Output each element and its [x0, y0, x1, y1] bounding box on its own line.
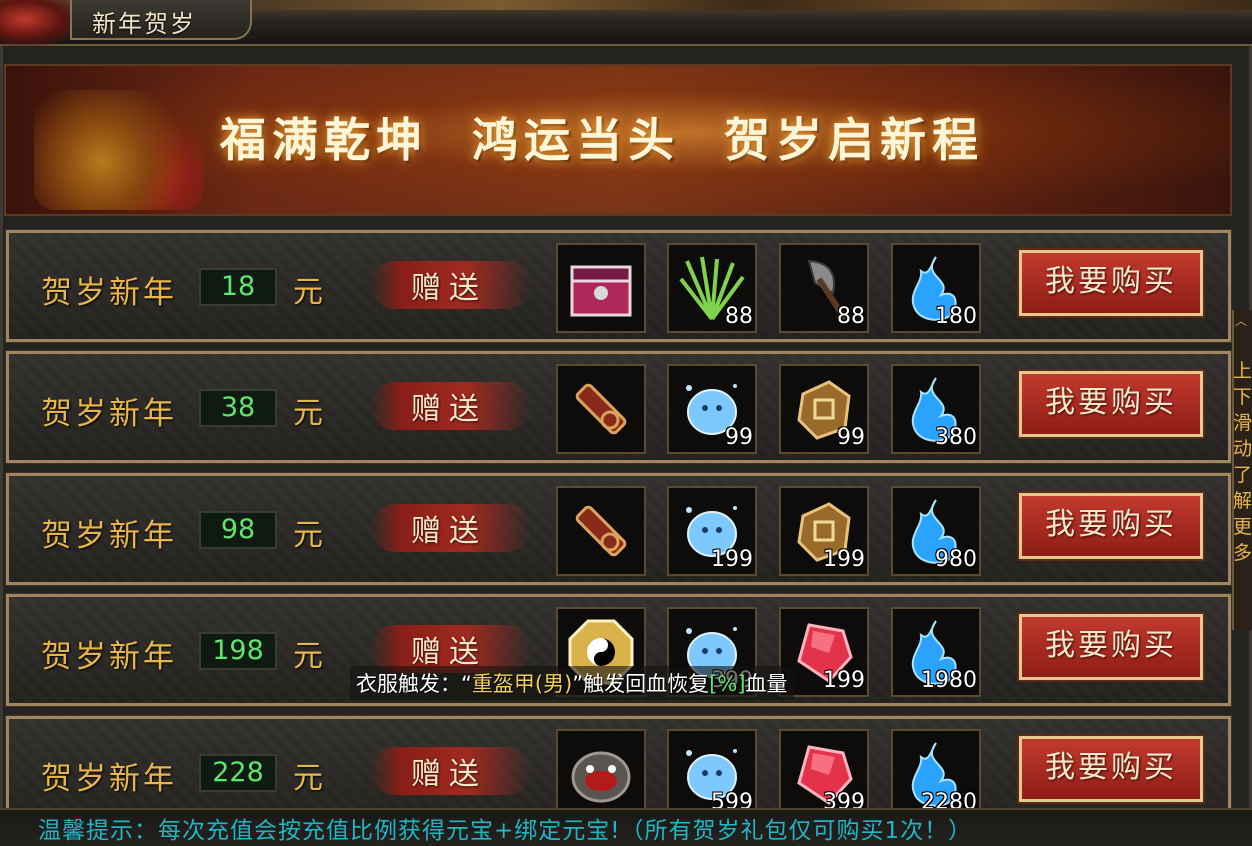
item-count: 199 [823, 668, 865, 693]
reward-item-slot[interactable] [556, 364, 646, 454]
reward-item-slot[interactable] [556, 243, 646, 333]
reward-item-slot[interactable]: 88 [779, 243, 869, 333]
package-price: 198 [199, 632, 277, 670]
reward-item-slot[interactable]: 99 [667, 364, 757, 454]
window-title: 新年贺岁 [92, 10, 196, 38]
package-price: 98 [199, 511, 277, 549]
reward-item-slot[interactable]: 1980 [891, 607, 981, 697]
tooltip-middle: ”触发回血恢复 [572, 672, 710, 696]
gift-label: 赠送 [411, 757, 487, 792]
price-unit: 元 [293, 396, 323, 431]
package-price: 18 [199, 268, 277, 306]
price-unit: 元 [293, 761, 323, 796]
package-label: 贺岁新年 [41, 639, 177, 675]
title-bar-ornament-strip [250, 0, 1252, 10]
package-label: 贺岁新年 [41, 396, 177, 432]
reward-item-slot[interactable]: 99 [779, 364, 869, 454]
package-label: 贺岁新年 [41, 761, 177, 797]
item-count: 199 [711, 547, 753, 572]
scroll-up-icon[interactable]: ︿ [1235, 312, 1247, 329]
price-unit: 元 [293, 639, 323, 674]
item-count: 980 [935, 547, 977, 572]
reward-item-slot[interactable] [556, 729, 646, 819]
item-count: 180 [935, 304, 977, 329]
tooltip-percent: [%] [709, 672, 746, 696]
price-unit: 元 [293, 518, 323, 553]
reward-item-slot[interactable]: 399 [779, 729, 869, 819]
reward-item-slot[interactable]: 380 [891, 364, 981, 454]
tooltip-suffix: 血量 [745, 672, 788, 696]
banner-slogan: 福满乾坤 鸿运当头 贺岁启新程 [220, 113, 985, 167]
gift-label: 赠送 [411, 635, 487, 670]
title-bar: 新年贺岁 [0, 0, 1252, 48]
item-tooltip: 衣服触发：“重盔甲(男)”触发回血恢复[%]血量 [350, 666, 794, 700]
buy-button[interactable]: 我要购买 [1017, 248, 1205, 318]
reward-item-slot[interactable]: 180 [891, 243, 981, 333]
item-count: 199 [823, 547, 865, 572]
item-count: 380 [935, 425, 977, 450]
gift-label: 赠送 [411, 271, 487, 306]
package-row: 贺岁新年 38 元 赠送 99 99 380 我要购买 [5, 350, 1232, 464]
package-price: 38 [199, 389, 277, 427]
package-row: 贺岁新年 98 元 赠送 199 199 980 我要购买 [5, 472, 1232, 586]
treasure-chest-icon [34, 90, 204, 210]
gift-label: 赠送 [411, 514, 487, 549]
reward-item-slot[interactable]: 199 [779, 486, 869, 576]
reward-item-slot[interactable]: 599 [667, 729, 757, 819]
package-label: 贺岁新年 [41, 518, 177, 554]
buy-button[interactable]: 我要购买 [1017, 491, 1205, 561]
reward-item-slot[interactable]: 980 [891, 486, 981, 576]
tooltip-prefix: 衣服触发：“ [356, 672, 472, 696]
package-label: 贺岁新年 [41, 275, 177, 311]
item-count: 1980 [921, 668, 977, 693]
reward-item-slot[interactable]: 88 [667, 243, 757, 333]
gift-label: 赠送 [411, 392, 487, 427]
buy-button[interactable]: 我要购买 [1017, 369, 1205, 439]
footer-tip: 温馨提示：每次充值会按充值比例获得元宝+绑定元宝!（所有贺岁礼包仅可购买1次！） [38, 818, 973, 844]
price-unit: 元 [293, 275, 323, 310]
tooltip-item-name: 重盔甲(男) [471, 672, 573, 696]
reward-item-slot[interactable]: 2280 [891, 729, 981, 819]
buy-button[interactable]: 我要购买 [1017, 734, 1205, 804]
package-price: 228 [199, 754, 277, 792]
reward-item-slot[interactable]: 199 [667, 486, 757, 576]
reward-item-slot[interactable] [556, 486, 646, 576]
scroll-hint-text: 上下滑动了解更多 [1233, 360, 1252, 564]
item-count: 99 [837, 425, 865, 450]
package-row: 贺岁新年 18 元 赠送 88 88 180 我要购买 [5, 229, 1232, 343]
buy-button[interactable]: 我要购买 [1017, 612, 1205, 682]
item-count: 88 [725, 304, 753, 329]
item-count: 88 [837, 304, 865, 329]
item-count: 99 [725, 425, 753, 450]
